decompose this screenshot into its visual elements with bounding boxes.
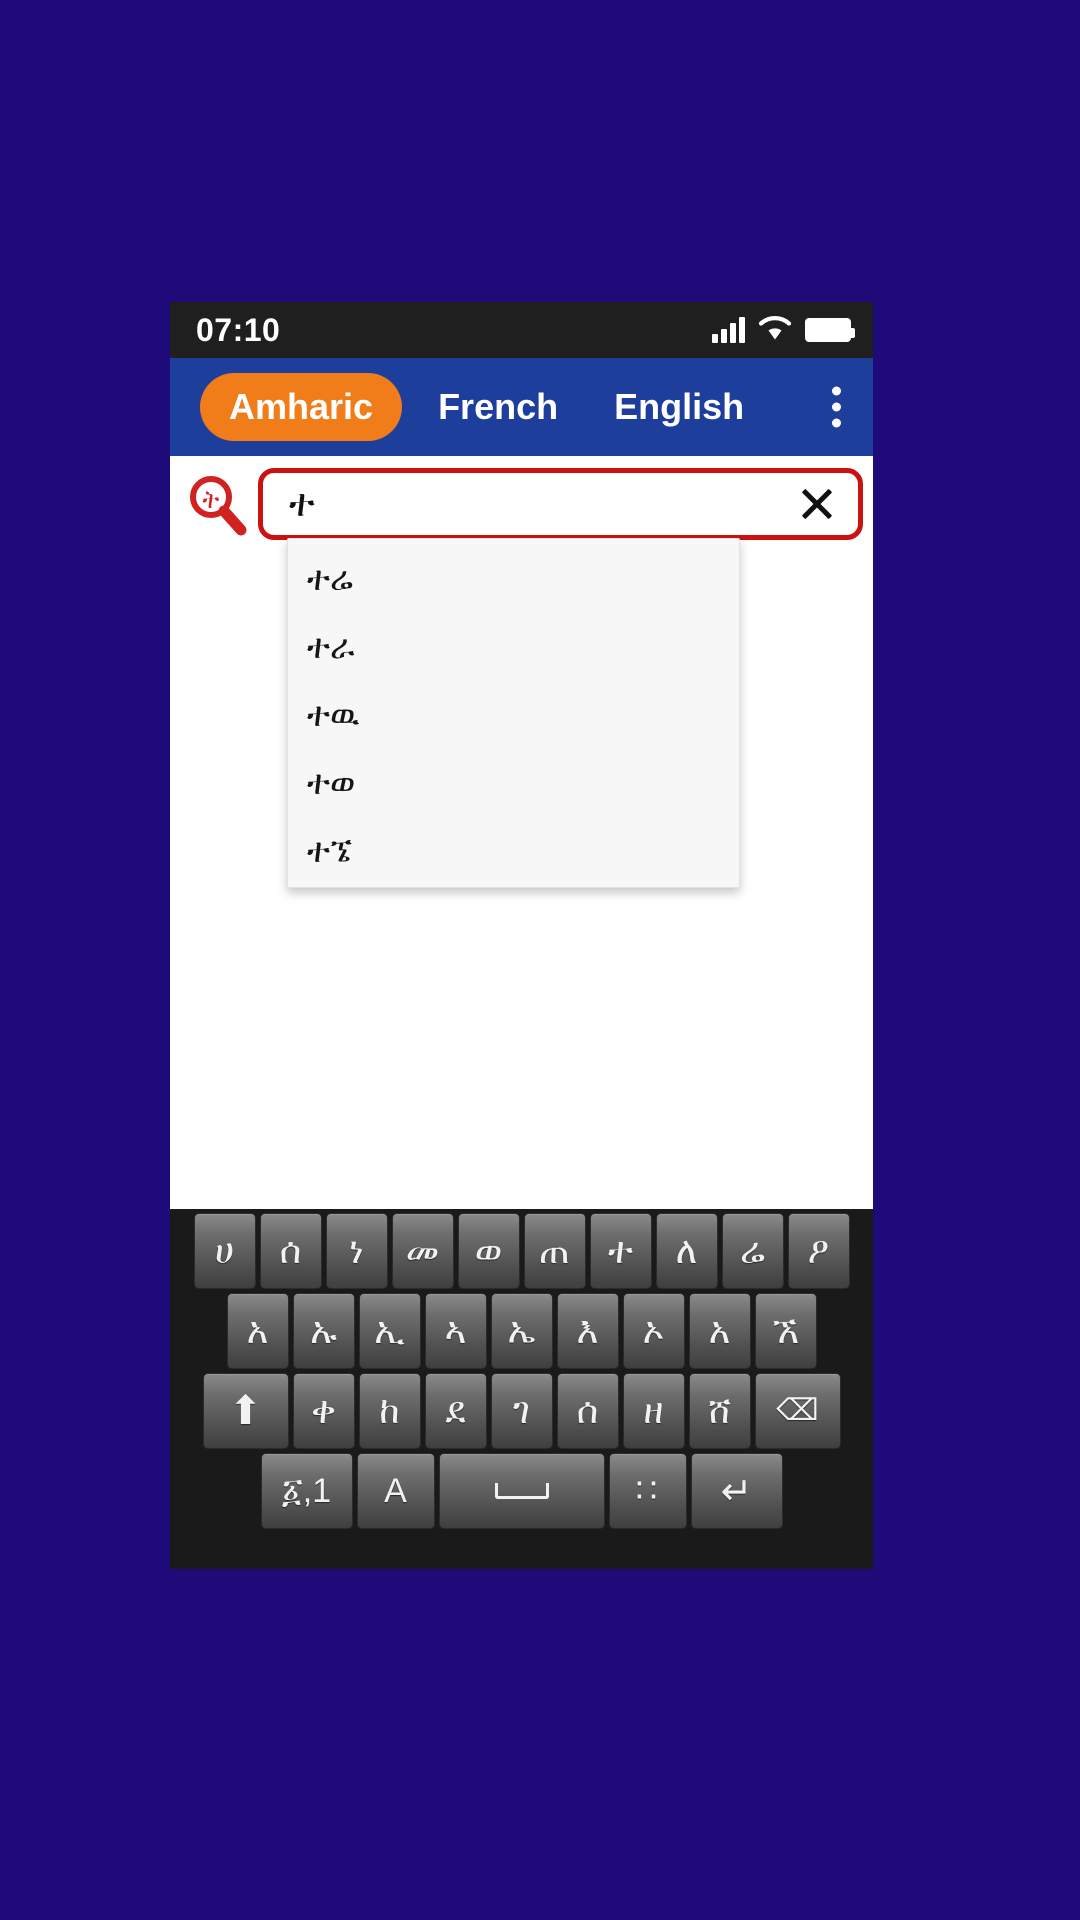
suggestion-item[interactable]: ተኜ <box>288 817 739 885</box>
key-a-alt[interactable]: አ <box>688 1293 751 1369</box>
suggestion-dropdown: ተሬ ተራ ተዉ ተወ ተኜ <box>287 538 740 888</box>
key-qa[interactable]: ቀ <box>292 1373 355 1449</box>
backspace-icon: ⌫ <box>776 1394 819 1427</box>
punctuation-key[interactable]: ∷ <box>608 1453 687 1529</box>
search-icon-letter: ት <box>203 486 220 514</box>
tab-english[interactable]: English <box>604 374 754 440</box>
enter-key[interactable]: ↵ <box>690 1453 783 1529</box>
key-a[interactable]: አ <box>226 1293 289 1369</box>
status-bar-clock: 07:10 <box>196 311 281 348</box>
tab-french[interactable]: French <box>428 374 568 440</box>
phone-screen: 07:10 Amharic French English ት ተ ተሬ ተራ ተ… <box>170 302 873 1569</box>
key-wa-vowel[interactable]: ኧ <box>754 1293 817 1369</box>
key-da[interactable]: ደ <box>424 1373 487 1449</box>
backspace-key[interactable]: ⌫ <box>754 1373 841 1449</box>
key-sa-2[interactable]: ሰ <box>556 1373 619 1449</box>
results-area: ተሬ ተራ ተዉ ተወ ተኜ <box>170 538 873 921</box>
key-o-vowel[interactable]: ኦ <box>622 1293 685 1369</box>
search-bar: ት ተ <box>170 456 873 551</box>
keyboard-row-3: ⬆ ቀ ከ ደ ገ ሰ ዘ ሸ ⌫ <box>170 1373 873 1449</box>
key-la[interactable]: ለ <box>655 1213 718 1289</box>
battery-icon <box>805 318 855 342</box>
key-ta-emphatic[interactable]: ጠ <box>523 1213 586 1289</box>
keyboard-row-1: ሀ ሰ ነ መ ወ ጠ ተ ለ ሬ ዖ <box>170 1213 873 1289</box>
space-key[interactable] <box>438 1453 605 1529</box>
tab-amharic[interactable]: Amharic <box>200 373 403 441</box>
latin-key[interactable]: A <box>356 1453 435 1529</box>
key-u[interactable]: ኡ <box>292 1293 355 1369</box>
status-bar-icons <box>712 315 855 346</box>
key-aa[interactable]: ኣ <box>424 1293 487 1369</box>
suggestion-item[interactable]: ተወ <box>288 749 739 817</box>
three-dot-menu-icon[interactable] <box>824 379 849 436</box>
suggestion-item[interactable]: ተሬ <box>288 545 739 613</box>
key-e[interactable]: ኤ <box>490 1293 553 1369</box>
key-ta[interactable]: ተ <box>589 1213 652 1289</box>
close-x-icon[interactable] <box>790 477 844 531</box>
page-background: 07:10 Amharic French English ት ተ ተሬ ተራ ተ… <box>0 0 1080 1920</box>
enter-arrow-icon: ↵ <box>720 1470 753 1513</box>
key-o[interactable]: ዖ <box>787 1213 850 1289</box>
key-re[interactable]: ሬ <box>721 1213 784 1289</box>
punctuation-icon: ∷ <box>635 1472 660 1510</box>
key-sha[interactable]: ሸ <box>688 1373 751 1449</box>
numbers-key[interactable]: ፩,1 <box>260 1453 353 1529</box>
key-ma[interactable]: መ <box>391 1213 454 1289</box>
wifi-icon <box>758 315 792 346</box>
suggestion-item[interactable]: ተዉ <box>288 681 739 749</box>
keyboard-row-4: ፩,1 A ∷ ↵ <box>170 1453 873 1529</box>
status-bar: 07:10 <box>170 302 873 358</box>
key-za[interactable]: ዘ <box>622 1373 685 1449</box>
key-sa[interactable]: ሰ <box>259 1213 322 1289</box>
keyboard-row-2: አ ኡ ኢ ኣ ኤ እ ኦ አ ኧ <box>170 1293 873 1369</box>
key-wa[interactable]: ወ <box>457 1213 520 1289</box>
key-ie[interactable]: እ <box>556 1293 619 1369</box>
suggestion-item[interactable]: ተራ <box>288 613 739 681</box>
search-input[interactable]: ተ <box>289 485 790 523</box>
key-ka[interactable]: ከ <box>358 1373 421 1449</box>
signal-bars-icon <box>712 317 745 343</box>
key-i[interactable]: ኢ <box>358 1293 421 1369</box>
search-input-container[interactable]: ተ <box>258 467 863 540</box>
space-bar-icon <box>494 1483 549 1499</box>
key-ga[interactable]: ገ <box>490 1373 553 1449</box>
shift-key[interactable]: ⬆ <box>202 1373 289 1449</box>
search-magnifier-icon[interactable]: ት <box>180 468 252 540</box>
shift-arrow-icon: ⬆ <box>228 1389 263 1433</box>
key-na[interactable]: ነ <box>325 1213 388 1289</box>
key-ha[interactable]: ሀ <box>193 1213 256 1289</box>
language-tab-bar: Amharic French English <box>170 358 873 456</box>
amharic-keyboard: ሀ ሰ ነ መ ወ ጠ ተ ለ ሬ ዖ አ ኡ ኢ ኣ ኤ እ ኦ አ ኧ ⬆ … <box>170 1209 873 1569</box>
